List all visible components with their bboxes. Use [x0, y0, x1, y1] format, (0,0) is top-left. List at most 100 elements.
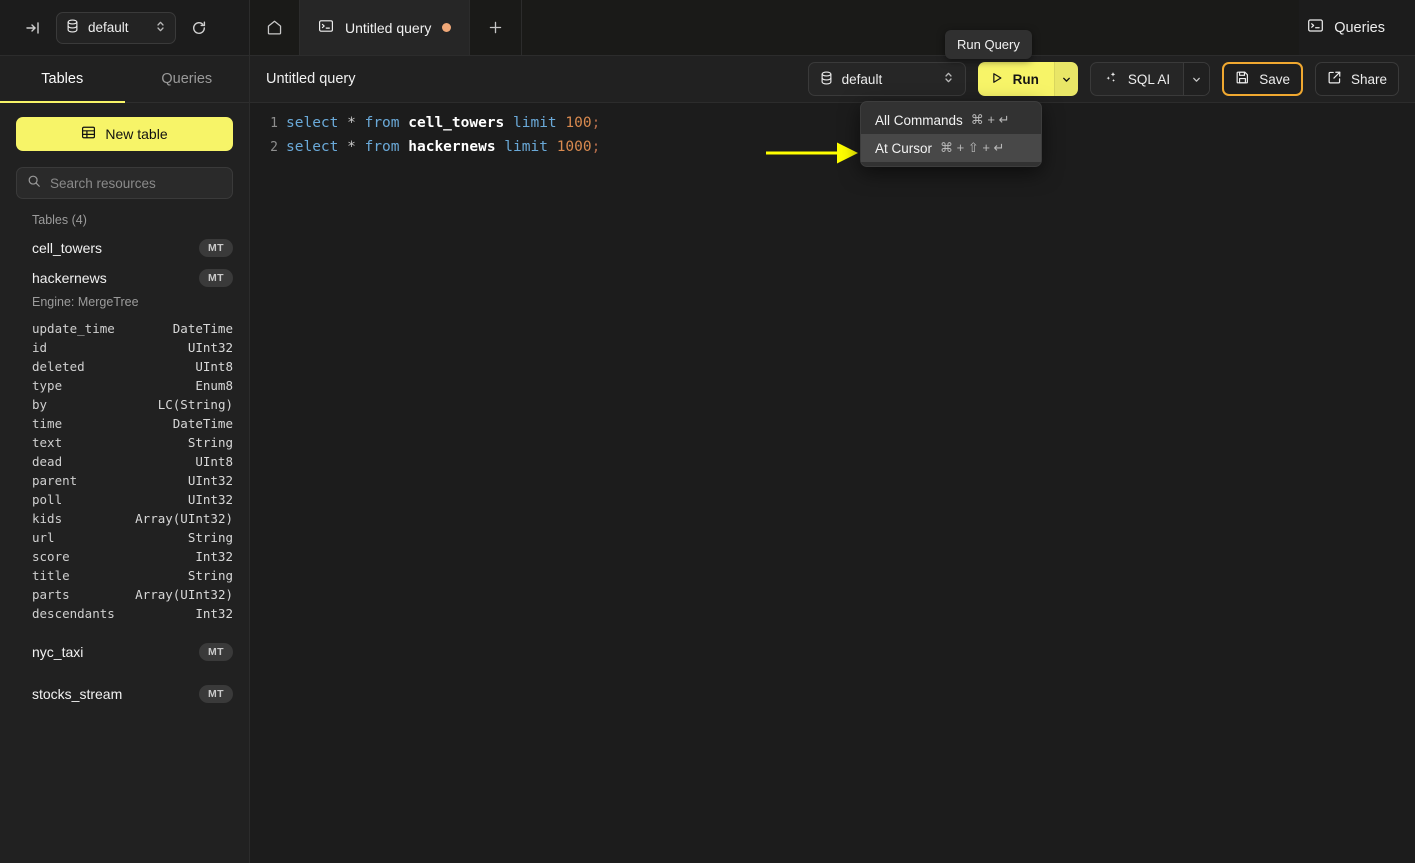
sql-ai-button[interactable]: SQL AI — [1091, 63, 1183, 95]
page-title: Untitled query — [266, 71, 355, 87]
column-type: LC(String) — [158, 397, 233, 412]
column-row[interactable]: kids Array(UInt32) — [0, 509, 249, 528]
column-row[interactable]: descendants Int32 — [0, 604, 249, 623]
column-name: kids — [32, 511, 62, 526]
column-type: UInt8 — [195, 454, 233, 469]
menu-item-label: All Commands — [875, 113, 963, 128]
table-row-hackernews[interactable]: hackernews MT — [0, 263, 249, 293]
menu-item-all-commands[interactable]: All Commands ⌘ + ↵ — [861, 106, 1041, 134]
column-row[interactable]: deadUInt8 — [0, 452, 249, 471]
column-row[interactable]: partsArray(UInt32) — [0, 585, 249, 604]
run-split-button: Run — [978, 62, 1078, 96]
sidebar-tab-tables[interactable]: Tables — [0, 56, 125, 102]
new-table-label: New table — [105, 126, 167, 142]
chevron-updown-icon — [155, 20, 166, 36]
column-row[interactable]: title String — [0, 566, 249, 585]
home-icon[interactable] — [250, 0, 300, 55]
run-button[interactable]: Run — [978, 62, 1054, 96]
terminal-icon — [1307, 17, 1324, 38]
database-icon — [820, 71, 833, 88]
query-header: Untitled query default — [250, 56, 1415, 103]
column-type: DateTime — [173, 321, 233, 336]
column-row[interactable]: typeEnum8 — [0, 376, 249, 395]
column-row[interactable]: parentUInt32 — [0, 471, 249, 490]
play-icon — [990, 71, 1004, 88]
column-type: Int32 — [195, 549, 233, 564]
code-line: 2select * from hackernews limit 1000; — [250, 139, 1415, 163]
code-text: select * from hackernews limit 1000; — [286, 139, 600, 155]
new-table-button[interactable]: New table — [16, 117, 233, 151]
main-panel: Untitled query default — [250, 56, 1415, 863]
queries-button[interactable]: Queries — [1299, 11, 1393, 44]
run-dropdown-menu: All Commands ⌘ + ↵ At Cursor ⌘ + ⇧ + ↵ — [860, 101, 1042, 167]
sql-editor[interactable]: 1select * from cell_towers limit 100;2se… — [250, 103, 1415, 863]
menu-item-at-cursor[interactable]: At Cursor ⌘ + ⇧ + ↵ — [861, 134, 1041, 162]
engine-badge: MT — [199, 685, 233, 703]
unsaved-indicator-dot — [442, 23, 451, 32]
collapse-sidebar-icon[interactable] — [20, 15, 46, 41]
tab-untitled-query[interactable]: Untitled query — [300, 0, 470, 55]
menu-item-shortcut: ⌘ + ↵ — [971, 112, 1010, 128]
column-type: Array(UInt32) — [135, 511, 233, 526]
column-name: type — [32, 378, 62, 393]
column-name: time — [32, 416, 62, 431]
engine-label: Engine: MergeTree — [0, 293, 249, 319]
tab-strip: Untitled query — [250, 0, 1299, 55]
column-name: id — [32, 340, 47, 355]
column-name: update_time — [32, 321, 115, 336]
chevron-updown-icon — [943, 71, 954, 87]
line-number: 1 — [250, 116, 286, 131]
new-tab-button[interactable] — [470, 0, 522, 55]
resource-tree: Tables (4) cell_towers MT hackernews MT … — [0, 199, 249, 863]
line-number: 2 — [250, 140, 286, 155]
sql-ai-dropdown-toggle[interactable] — [1183, 63, 1209, 95]
column-type: DateTime — [173, 416, 233, 431]
run-dropdown-toggle[interactable] — [1054, 62, 1078, 96]
run-button-label: Run — [1013, 72, 1039, 87]
table-name: hackernews — [32, 270, 107, 286]
column-list: update_timeDateTimeidUInt32deletedUInt8t… — [0, 319, 249, 623]
column-type: UInt32 — [188, 473, 233, 488]
app-root: default — [0, 0, 1415, 863]
query-database-selector[interactable]: default — [808, 62, 966, 96]
search-input[interactable] — [50, 176, 227, 191]
column-name: descendants — [32, 606, 115, 621]
save-button[interactable]: Save — [1222, 62, 1303, 96]
column-row[interactable]: urlString — [0, 528, 249, 547]
refresh-icon[interactable] — [186, 15, 212, 41]
column-row[interactable]: update_time DateTime — [0, 319, 249, 338]
sidebar-tab-queries[interactable]: Queries — [125, 56, 250, 102]
share-button[interactable]: Share — [1315, 62, 1399, 96]
query-database-label: default — [842, 72, 934, 87]
table-row-nyc-taxi[interactable]: nyc_taxi MT — [0, 637, 249, 667]
queries-button-label: Queries — [1334, 20, 1385, 36]
table-row-stocks-stream[interactable]: stocks_stream MT — [0, 679, 249, 709]
column-row[interactable]: byLC(String) — [0, 395, 249, 414]
column-type: Int32 — [195, 606, 233, 621]
search-resources-wrapper[interactable] — [16, 167, 233, 199]
column-row[interactable]: deletedUInt8 — [0, 357, 249, 376]
database-icon — [66, 19, 79, 36]
column-type: String — [188, 435, 233, 450]
app-body: Tables Queries New table — [0, 56, 1415, 863]
column-name: title — [32, 568, 70, 583]
column-type: UInt8 — [195, 359, 233, 374]
column-type: Array(UInt32) — [135, 587, 233, 602]
column-row[interactable]: time DateTime — [0, 414, 249, 433]
query-actions: default — [808, 62, 1399, 96]
column-row[interactable]: pollUInt32 — [0, 490, 249, 509]
column-row[interactable]: textString — [0, 433, 249, 452]
column-row[interactable]: idUInt32 — [0, 338, 249, 357]
top-bar-left: default — [0, 0, 250, 55]
code-line: 1select * from cell_towers limit 100; — [250, 115, 1415, 139]
database-selector[interactable]: default — [56, 12, 176, 44]
share-button-label: Share — [1351, 72, 1387, 87]
sidebar: Tables Queries New table — [0, 56, 250, 863]
sparkle-icon — [1104, 70, 1119, 88]
column-type: String — [188, 530, 233, 545]
sql-ai-split-button: SQL AI — [1090, 62, 1210, 96]
column-type: String — [188, 568, 233, 583]
table-row-cell-towers[interactable]: cell_towers MT — [0, 233, 249, 263]
sql-ai-label: SQL AI — [1128, 72, 1170, 87]
column-row[interactable]: scoreInt32 — [0, 547, 249, 566]
